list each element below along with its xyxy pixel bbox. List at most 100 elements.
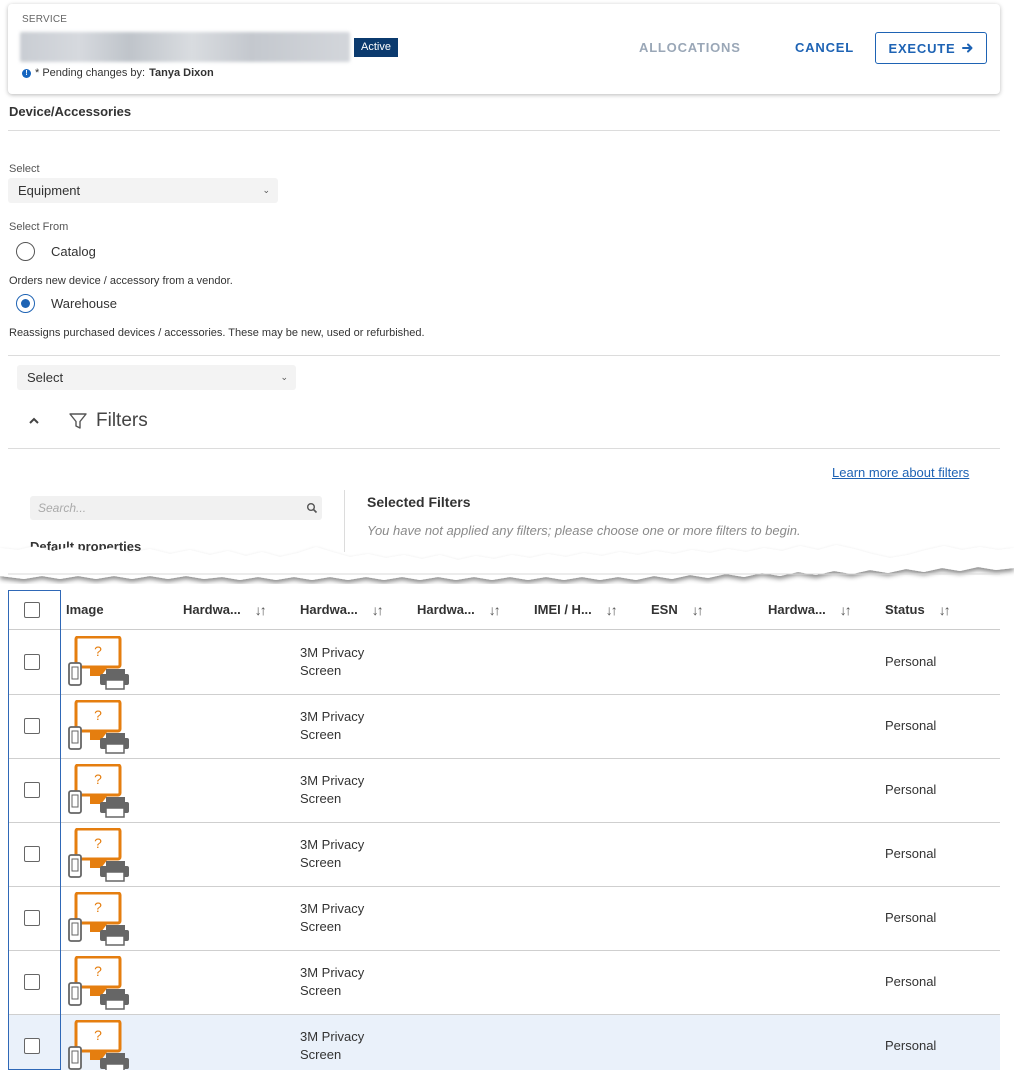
radio-catalog-button[interactable] — [16, 242, 35, 261]
filters-title: Filters — [96, 410, 148, 431]
table-row[interactable]: ? 3M Privacy Screen Personal — [8, 951, 1000, 1015]
equipment-select[interactable]: Equipment ⌄ — [8, 178, 278, 203]
column-header-hardware-4[interactable]: Hardwa... ↓↑ — [768, 590, 852, 630]
device-placeholder-icon: ? — [68, 635, 130, 690]
table-row[interactable]: ? 3M Privacy Screen Personal — [8, 759, 1000, 823]
radio-warehouse-button[interactable] — [16, 294, 35, 313]
sort-icon[interactable]: ↓↑ — [606, 594, 618, 626]
column-header-label: Image — [66, 602, 104, 617]
status-badge: Active — [354, 38, 398, 57]
column-header-hardware-1[interactable]: Hardwa... ↓↑ — [183, 590, 267, 630]
column-header-label: Hardwa... — [300, 602, 358, 617]
column-header-label: Hardwa... — [183, 602, 241, 617]
row-hardware-name: 3M Privacy Screen — [300, 901, 365, 934]
select-label: Select — [9, 163, 40, 175]
catalog-help-text: Orders new device / accessory from a ven… — [9, 275, 233, 287]
chevron-down-icon: ⌄ — [280, 372, 288, 382]
svg-text:?: ? — [94, 835, 102, 851]
row-status: Personal — [885, 654, 937, 669]
column-header-label: IMEI / H... — [534, 602, 592, 617]
filters-header[interactable]: Filters — [28, 410, 148, 432]
collapse-caret-icon[interactable] — [28, 414, 48, 428]
device-placeholder-icon: ? — [68, 1019, 130, 1070]
column-header-label: ESN — [651, 602, 678, 617]
column-header-label: Hardwa... — [417, 602, 475, 617]
column-header-label: Status — [885, 602, 925, 617]
row-hardware-name: 3M Privacy Screen — [300, 709, 365, 742]
filter-search[interactable] — [30, 496, 322, 520]
svg-text:?: ? — [94, 771, 102, 787]
selected-filters-title: Selected Filters — [367, 494, 471, 510]
row-status: Personal — [885, 782, 937, 797]
warehouse-select[interactable]: Select ⌄ — [17, 365, 296, 390]
learn-more-filters-link[interactable]: Learn more about filters — [832, 465, 969, 480]
svg-text:?: ? — [94, 963, 102, 979]
radio-catalog[interactable]: Catalog — [16, 242, 96, 261]
svg-text:?: ? — [94, 643, 102, 659]
table-header: Image Hardwa... ↓↑ Hardwa... ↓↑ Hardwa..… — [8, 590, 1000, 630]
column-header-hardware-2[interactable]: Hardwa... ↓↑ — [300, 590, 384, 630]
row-status: Personal — [885, 910, 937, 925]
device-placeholder-icon: ? — [68, 699, 130, 754]
arrow-right-icon — [961, 43, 972, 53]
table-row[interactable]: ? 3M Privacy Screen Personal — [8, 1015, 1000, 1070]
device-placeholder-icon: ? — [68, 763, 130, 818]
row-status: Personal — [885, 718, 937, 733]
allocations-button[interactable]: ALLOCATIONS — [639, 40, 741, 55]
sort-icon[interactable]: ↓↑ — [939, 594, 951, 626]
divider — [8, 448, 1000, 449]
equipment-select-value: Equipment — [18, 183, 81, 198]
execute-button[interactable]: EXECUTE — [875, 32, 987, 64]
column-header-esn[interactable]: ESN ↓↑ — [651, 590, 704, 630]
select-from-label: Select From — [9, 221, 69, 233]
row-hardware-name: 3M Privacy Screen — [300, 965, 365, 998]
sort-icon[interactable]: ↓↑ — [372, 594, 384, 626]
info-icon: ! — [22, 68, 31, 78]
row-hardware-name: 3M Privacy Screen — [300, 1029, 365, 1062]
table-row[interactable]: ? 3M Privacy Screen Personal — [8, 823, 1000, 887]
selection-column-highlight — [8, 590, 61, 1070]
device-placeholder-icon: ? — [68, 891, 130, 946]
sort-icon[interactable]: ↓↑ — [255, 594, 267, 626]
divider — [8, 355, 1000, 356]
device-placeholder-icon: ? — [68, 955, 130, 1010]
column-header-status[interactable]: Status ↓↑ — [885, 590, 951, 630]
row-status: Personal — [885, 1038, 937, 1053]
search-icon[interactable] — [306, 502, 318, 514]
column-header-hardware-3[interactable]: Hardwa... ↓↑ — [417, 590, 501, 630]
service-header-card: SERVICE Active ! * Pending changes by: T… — [8, 4, 1000, 94]
svg-text:?: ? — [94, 899, 102, 915]
device-placeholder-icon: ? — [68, 827, 130, 882]
filter-funnel-icon — [69, 413, 87, 429]
pending-changes-note: ! * Pending changes by: Tanya Dixon — [22, 67, 214, 79]
execute-label: EXECUTE — [888, 40, 956, 56]
pending-user: Tanya Dixon — [149, 67, 214, 79]
warehouse-help-text: Reassigns purchased devices / accessorie… — [9, 327, 425, 339]
section-title: Device/Accessories — [9, 104, 132, 119]
row-hardware-name: 3M Privacy Screen — [300, 645, 365, 678]
sort-icon[interactable]: ↓↑ — [489, 594, 501, 626]
filter-search-input[interactable] — [30, 496, 322, 520]
row-hardware-name: 3M Privacy Screen — [300, 773, 365, 806]
divider — [8, 130, 1000, 131]
column-header-imei[interactable]: IMEI / H... ↓↑ — [534, 590, 618, 630]
sort-icon[interactable]: ↓↑ — [840, 594, 852, 626]
table-row[interactable]: ? 3M Privacy Screen Personal — [8, 631, 1000, 695]
row-hardware-name: 3M Privacy Screen — [300, 837, 365, 870]
radio-warehouse-label: Warehouse — [51, 296, 117, 311]
table-row[interactable]: ? 3M Privacy Screen Personal — [8, 695, 1000, 759]
pending-text: * Pending changes by: — [35, 67, 146, 79]
radio-warehouse[interactable]: Warehouse — [16, 294, 117, 313]
column-header-label: Hardwa... — [768, 602, 826, 617]
sort-icon[interactable]: ↓↑ — [692, 594, 704, 626]
row-status: Personal — [885, 846, 937, 861]
service-number-redacted — [20, 32, 350, 62]
cancel-button[interactable]: CANCEL — [795, 40, 854, 55]
warehouse-select-value: Select — [27, 370, 64, 385]
svg-text:?: ? — [94, 707, 102, 723]
row-status: Personal — [885, 974, 937, 989]
chevron-down-icon: ⌄ — [262, 185, 270, 195]
table-row[interactable]: ? 3M Privacy Screen Personal — [8, 887, 1000, 951]
radio-catalog-label: Catalog — [51, 244, 96, 259]
column-header-image: Image — [66, 590, 104, 630]
